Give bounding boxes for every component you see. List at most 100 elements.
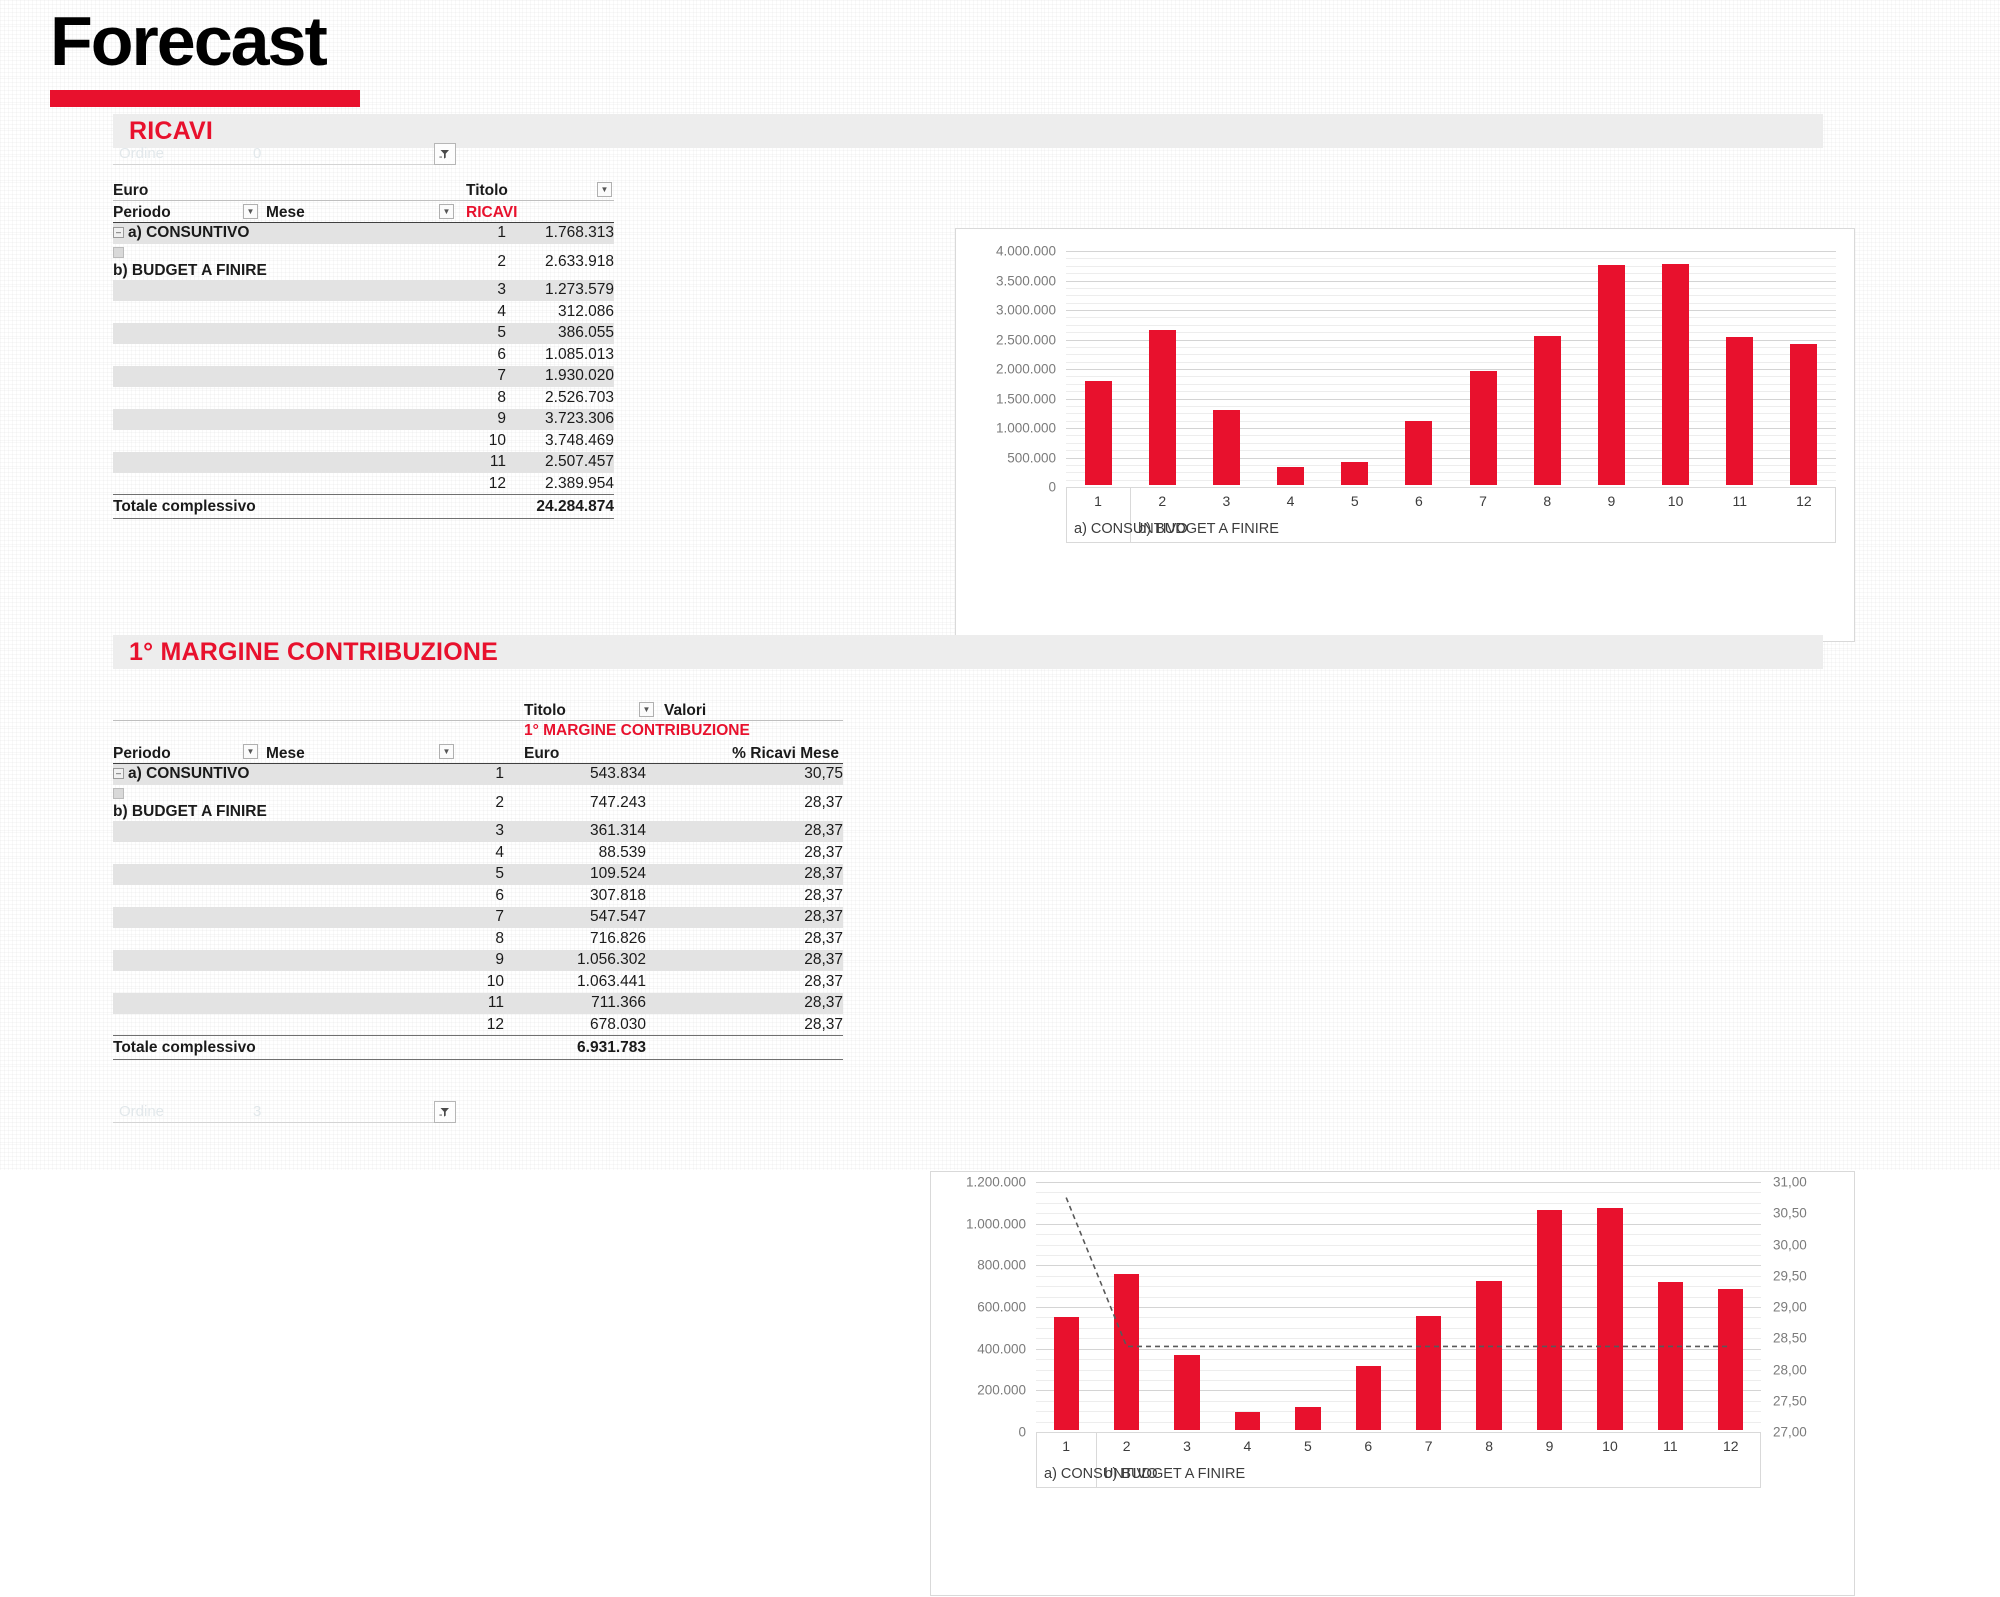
table-row[interactable]: 3 361.314 28,37 (113, 820, 843, 842)
mese-cell: 10 (488, 431, 506, 449)
table-row[interactable]: 12 678.030 28,37 (113, 1014, 843, 1036)
section-header-margine: 1° MARGINE CONTRIBUZIONE (113, 635, 1823, 669)
x-axis-tick-label: 11 (1663, 1438, 1678, 1454)
x-axis-tick-label: 6 (1364, 1438, 1373, 1454)
mese-cell: 1 (456, 222, 506, 244)
mese-cell: 3 (456, 279, 506, 301)
expand-icon[interactable] (113, 787, 124, 799)
table-row[interactable]: 11 711.366 28,37 (113, 992, 843, 1014)
x-axis-tick-label: 1 (1094, 493, 1102, 509)
gridline-minor (1066, 265, 1836, 267)
bar (1277, 466, 1305, 485)
mese-cell: 6 (497, 345, 506, 363)
header-periodo: Periodo (113, 203, 171, 221)
table-row[interactable]: 10 1.063.441 28,37 (113, 971, 843, 993)
table-row[interactable]: 9 1.056.302 28,37 (113, 949, 843, 971)
gridline-minor (1066, 428, 1836, 429)
gridline-minor (1066, 302, 1836, 304)
slicer-label-margine: Ordine (119, 1103, 165, 1120)
header-valori: Valori (656, 700, 843, 721)
chevron-down-icon-titolo[interactable]: ▼ (639, 702, 654, 717)
table-row[interactable]: 4 88.539 28,37 (113, 842, 843, 864)
gridline-minor (1066, 324, 1836, 326)
period-cell-budget[interactable]: b) BUDGET A FINIRE (113, 244, 267, 280)
gridline-minor (1066, 450, 1836, 452)
category-separator (1036, 1432, 1037, 1488)
table-row[interactable]: a) CONSUNTIVO 1 543.834 30,75 (113, 763, 843, 785)
gridline-minor (1066, 310, 1836, 311)
period-cell-consuntivo[interactable]: a) CONSUNTIVO (113, 763, 260, 785)
x-axis-tick-label: 4 (1243, 1438, 1252, 1454)
table-row[interactable]: 8 716.826 28,37 (113, 928, 843, 950)
euro-cell: 1.056.302 (516, 949, 656, 971)
header-mese-cell: Mese ▼ (260, 200, 456, 223)
euro-cell: 1.768.313 (506, 222, 614, 244)
table-row[interactable]: a) CONSUNTIVO 1 1.768.313 (113, 222, 614, 244)
table-row[interactable]: 12 2.389.954 (113, 473, 614, 495)
y-axis-tick-label: 500.000 (1007, 450, 1056, 465)
total-label: Totale complessivo (113, 494, 260, 519)
collapse-icon[interactable] (113, 768, 124, 780)
chart-ricavi[interactable]: 0 500.000 1.000.000 1.500.000 2.000.000 2.500… (955, 228, 1855, 642)
table-row[interactable]: b) BUDGET A FINIRE 2 2.633.918 (113, 244, 614, 280)
mese-cell: 8 (495, 929, 504, 947)
x-axis-tick-label: 3 (1183, 1438, 1191, 1454)
euro-cell: 88.539 (598, 843, 646, 861)
filter-icon[interactable] (434, 143, 456, 165)
header-periodo: Periodo (113, 744, 171, 762)
mese-cell: 7 (456, 365, 506, 387)
table-header-margine: Periodo ▼ Mese ▼ Euro % Ricavi Mese (113, 741, 843, 764)
chart-margine[interactable]: 0 200.000 400.000 600.000 800.000 1.000.000 1.… (930, 1171, 1855, 1596)
table-row[interactable]: 10 3.748.469 (113, 430, 614, 452)
x-axis-tick-label: 12 (1722, 1438, 1739, 1454)
filter-icon[interactable] (434, 1101, 456, 1123)
gridline-minor (1066, 420, 1836, 422)
x-axis-tick-label: 9 (1607, 493, 1616, 509)
pivot-table-ricavi: Euro Titolo ▼ Periodo ▼ Mese ▼ RICAVI –a… (113, 180, 614, 519)
header-periodo-cell: Periodo ▼ (113, 741, 260, 764)
period-cell-consuntivo[interactable]: a) CONSUNTIVO (113, 222, 260, 244)
period-label: b) BUDGET A FINIRE (113, 261, 267, 279)
period-label: b) BUDGET A FINIRE (113, 802, 267, 820)
gridline-minor (1066, 398, 1836, 400)
table-row[interactable]: 7 1.930.020 (113, 365, 614, 387)
period-cell-budget[interactable]: b) BUDGET A FINIRE (113, 785, 267, 821)
gridline-minor (1066, 442, 1836, 444)
expand-icon[interactable] (113, 246, 124, 258)
pivot-table-margine: Titolo ▼ Valori 1° MARGINE CONTRIBUZIONE… (113, 700, 843, 1060)
collapse-icon[interactable] (113, 227, 124, 239)
slicer-ricavi[interactable]: Ordine 0 (113, 143, 456, 165)
gridline-minor (1066, 479, 1836, 481)
chevron-down-icon-mese[interactable]: ▼ (439, 744, 454, 759)
table-row[interactable]: 11 2.507.457 (113, 451, 614, 473)
gridline-minor (1066, 435, 1836, 437)
mese-cell: 2 (495, 793, 504, 811)
chevron-down-icon-periodo[interactable]: ▼ (243, 203, 258, 219)
table-row[interactable]: 5 386.055 (113, 322, 614, 344)
slicer-label-ricavi: Ordine (119, 145, 165, 162)
euro-cell: 109.524 (516, 863, 656, 885)
table-row[interactable]: 3 1.273.579 (113, 279, 614, 301)
table-row[interactable]: 8 2.526.703 (113, 387, 614, 409)
mese-cell: 4 (495, 843, 504, 861)
y-axis-tick-label: 1.500.000 (995, 391, 1056, 406)
header-titolo-cell: Titolo ▼ (516, 700, 656, 721)
header-euro: Euro (113, 180, 260, 201)
chevron-down-icon-mese[interactable]: ▼ (439, 203, 454, 219)
table-row[interactable]: 4 312.086 (113, 301, 614, 323)
chevron-down-icon-periodo[interactable]: ▼ (243, 744, 258, 759)
table-row[interactable]: 5 109.524 28,37 (113, 863, 843, 885)
table-row[interactable]: b) BUDGET A FINIRE 2 747.243 28,37 (113, 785, 843, 821)
table-row[interactable]: 9 3.723.306 (113, 408, 614, 430)
x-axis-tick-label: 6 (1415, 493, 1423, 509)
chevron-down-icon-titolo[interactable]: ▼ (597, 182, 612, 197)
slicer-margine[interactable]: Ordine 3 (113, 1101, 456, 1123)
header-periodo-cell: Periodo ▼ (113, 200, 260, 223)
y-axis-tick-label: 2.000.000 (995, 361, 1056, 377)
table-header-ricavi: Periodo ▼ Mese ▼ RICAVI (113, 200, 614, 223)
table-row[interactable]: 6 1.085.013 (113, 344, 614, 366)
mese-cell: 12 (488, 474, 506, 492)
table-row[interactable]: 6 307.818 28,37 (113, 885, 843, 907)
perc-cell: 28,37 (804, 929, 843, 947)
table-row[interactable]: 7 547.547 28,37 (113, 906, 843, 928)
